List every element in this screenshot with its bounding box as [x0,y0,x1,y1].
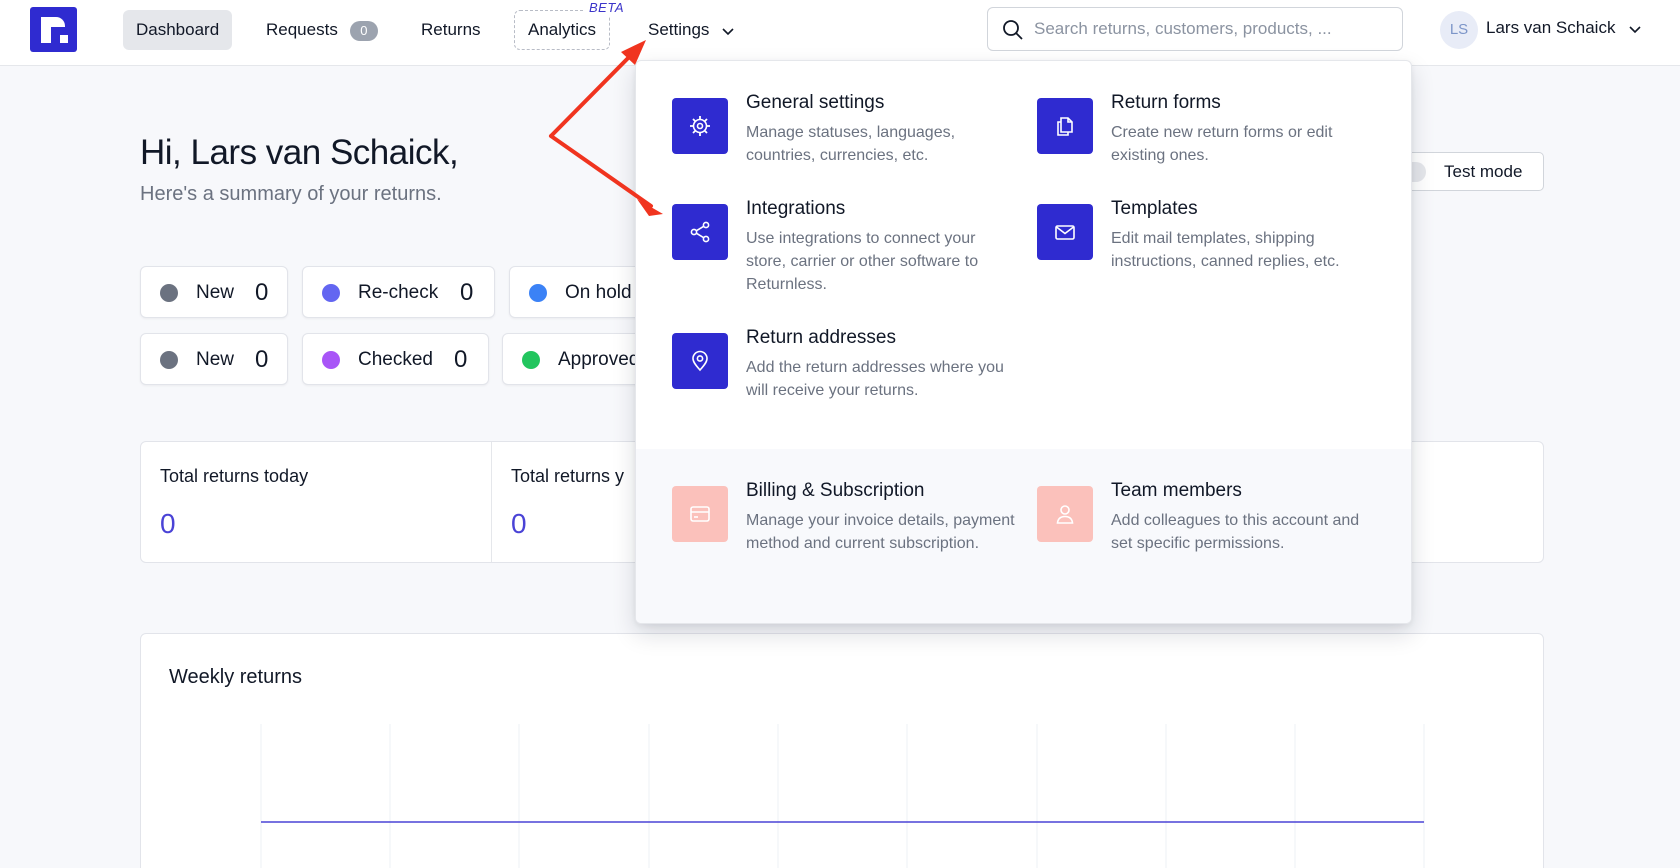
stat-value: 0 [511,508,527,539]
logo-letter-arm [41,17,65,27]
test-mode-toggle[interactable]: Test mode [1394,152,1544,191]
nav-settings[interactable]: Settings [635,10,749,50]
returnless-logo[interactable] [30,7,77,52]
requests-count-badge: 0 [349,20,378,41]
logo-dot [60,35,68,43]
nav-requests-label: Requests [266,20,338,39]
stat-label: Total returns today [160,466,309,486]
nav-settings-label: Settings [648,20,710,39]
menu-item-title: Return addresses [746,327,896,348]
status-count: 0 [255,279,269,306]
user-name[interactable]: Lars van Schaick [1486,18,1615,38]
menu-item-description: Edit mail templates, shipping instructio… [1111,230,1340,270]
menu-item-title: Integrations [746,198,846,219]
user-avatar[interactable]: LS [1440,11,1478,49]
status-label: Approved [558,349,640,370]
weekly-returns-chart [260,724,1425,868]
menu-icon-tile [1037,98,1093,154]
menu-icon-tile [672,98,728,154]
beta-badge: BETA [583,0,630,17]
menu-item-title: Billing & Subscription [746,480,925,501]
credit-card-icon [690,506,710,522]
status-dot [322,284,340,302]
menu-item-description: Manage your invoice details, payment met… [746,512,1015,552]
menu-icon-tile [1037,486,1093,542]
status-filter-new[interactable]: New 0 [140,266,288,318]
stats-divider [491,442,492,562]
menu-item-description: Use integrations to connect your store, … [746,230,979,293]
test-mode-label: Test mode [1444,162,1523,181]
status-dot [160,351,178,369]
nav-dashboard[interactable]: Dashboard [123,10,233,50]
status-label: Re-check [358,282,439,303]
status-dot [529,284,547,302]
page-greeting: Hi, Lars van Schaick, [140,133,459,172]
menu-item-title: Return forms [1111,92,1221,113]
menu-icon-tile [672,486,728,542]
nav-dashboard-label: Dashboard [136,20,220,39]
status-count: 0 [460,279,474,306]
status-count: 0 [454,346,468,373]
status-count: 0 [255,346,269,373]
menu-item-title: Templates [1111,198,1198,219]
status-label: On hold [565,282,632,303]
menu-item-description: Add the return addresses where you will … [746,359,1004,399]
menu-icon-tile [1037,204,1093,260]
search-input[interactable] [1034,8,1394,50]
status-dot [322,351,340,369]
menu-icon-tile [672,204,728,260]
status-filter-new-secondary[interactable]: New 0 [140,333,288,385]
settings-dropdown-menu: General settings Manage statuses, langua… [635,60,1412,624]
chevron-down-icon [722,27,734,35]
top-navigation-bar: Dashboard Requests 0 Returns Analytics BE… [0,0,1680,66]
status-dot [160,284,178,302]
location-pin-icon [692,350,708,372]
weekly-returns-card: Weekly returns [140,633,1544,868]
status-filter-re-check[interactable]: Re-check 0 [302,266,495,318]
menu-item-description: Manage statuses, languages, countries, c… [746,124,956,164]
documents-icon [1057,117,1073,136]
nav-requests[interactable]: Requests 0 [253,10,391,50]
user-menu-chevron-down-icon[interactable] [1627,21,1643,37]
menu-item-description: Add colleagues to this account and set s… [1111,512,1360,552]
status-label: Checked [358,349,433,370]
status-filter-checked[interactable]: Checked 0 [302,333,489,385]
status-dot [522,351,540,369]
search-icon [1003,20,1023,40]
status-label: New [196,349,235,370]
stat-value: 0 [160,508,176,539]
stat-label: Total returns y [511,466,625,486]
menu-item-description: Create new return forms or edit existing… [1111,124,1333,164]
gear-icon [690,116,710,136]
nav-returns-label: Returns [421,20,481,39]
menu-icon-tile [672,333,728,389]
share-icon [690,221,710,243]
page-subtitle: Here's a summary of your returns. [140,183,442,205]
search-field[interactable] [987,7,1403,51]
menu-item-title: General settings [746,92,885,113]
menu-item-title: Team members [1111,480,1242,501]
nav-analytics-label: Analytics [528,20,597,39]
user-icon [1056,505,1074,524]
status-label: New [196,282,235,303]
nav-returns[interactable]: Returns [408,10,494,50]
envelope-icon [1055,225,1075,240]
